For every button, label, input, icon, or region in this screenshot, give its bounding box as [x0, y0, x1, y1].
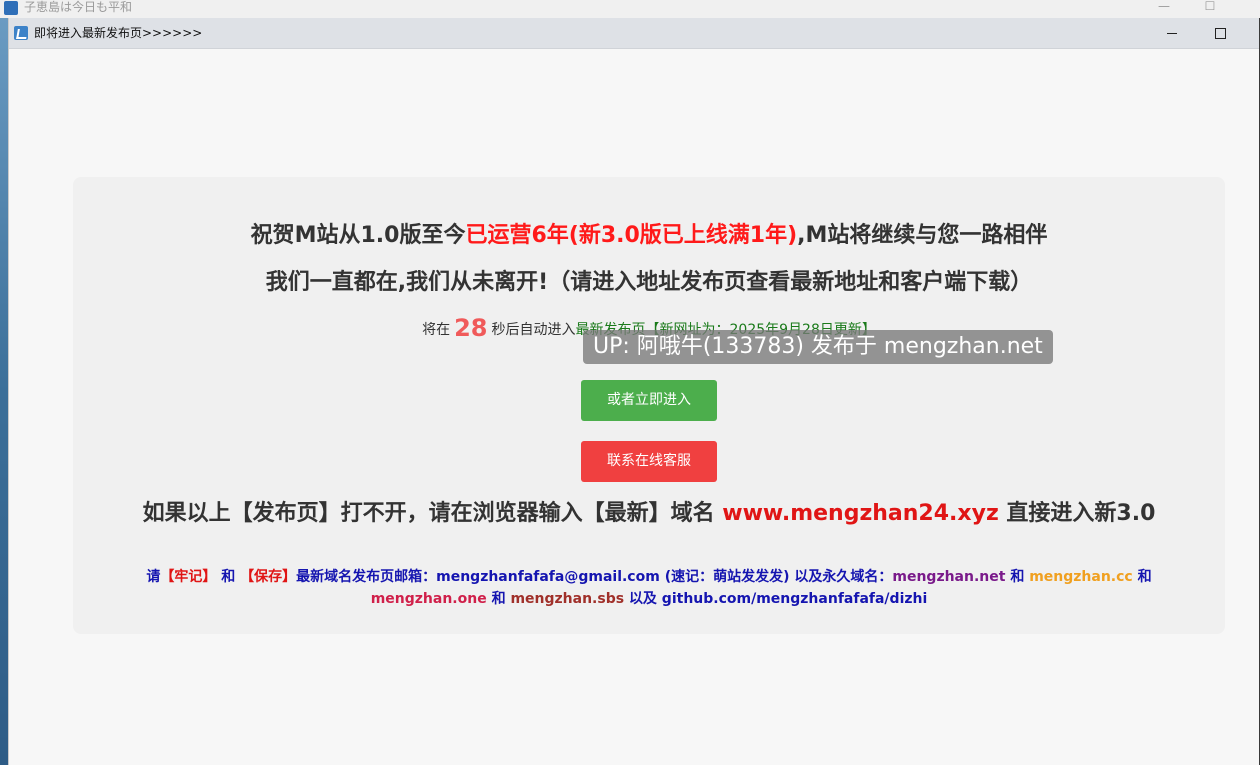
info-remember: 【牢记】 — [160, 569, 217, 585]
fallback-prefix: 如果以上【发布页】打不开，请在浏览器输入【最新】域名 — [142, 501, 715, 526]
info-save: 【保存】 — [240, 569, 297, 585]
app-icon — [14, 26, 28, 40]
background-minimize-button[interactable]: — — [1148, 0, 1180, 14]
domain-link-cc[interactable]: mengzhan.cc — [1029, 569, 1133, 585]
subheadline: 我们一直都在,我们从未离开!（请进入地址发布页查看最新地址和客户端下载） — [265, 270, 1033, 295]
info-text: 和 — [1137, 569, 1152, 585]
uploader-watermark: UP: 阿哦牛(133783) 发布于 mengzhan.net — [583, 330, 1053, 364]
anniversary-headline: 祝贺M站从1.0版至今已运营6年(新3.0版已上线满1年),M站将继续与您一路相… — [73, 221, 1225, 251]
app-icon — [4, 1, 18, 15]
domain-link-net[interactable]: mengzhan.net — [892, 569, 1005, 585]
domain-link-sbs[interactable]: mengzhan.sbs — [510, 591, 624, 607]
maximize-icon — [1214, 27, 1226, 39]
fallback-suffix: 直接进入新3.0 — [1006, 501, 1156, 526]
headline-prefix: 祝贺M站从1.0版至今 — [250, 223, 466, 248]
minimize-button[interactable] — [1149, 18, 1195, 48]
permanent-domains-info: 请【牢记】 和 【保存】最新域名发布页邮箱：mengzhanfafafa@gma… — [113, 566, 1185, 610]
maximize-button[interactable] — [1197, 18, 1243, 48]
fallback-domain-notice: 如果以上【发布页】打不开，请在浏览器输入【最新】域名 www.mengzhan2… — [129, 500, 1169, 528]
background-window-titlebar: 子恵島は今日も平和 — ☐ — [0, 0, 1260, 19]
minimize-icon — [1167, 32, 1177, 34]
headline-highlight: 已运营6年(新3.0版已上线满1年) — [465, 223, 798, 248]
fallback-domain-link[interactable]: www.mengzhan24.xyz — [722, 501, 998, 526]
window-title: 即将进入最新发布页>>>>>> — [34, 26, 203, 40]
info-text: 和 — [221, 569, 236, 585]
notice-card: 祝贺M站从1.0版至今已运营6年(新3.0版已上线满1年),M站将继续与您一路相… — [73, 177, 1225, 634]
redirect-window: 即将进入最新发布页>>>>>> 祝贺M站从1.0版至今已运营6年(新3.0版已上… — [8, 18, 1259, 765]
enter-now-button[interactable]: 或者立即进入 — [581, 380, 717, 421]
window-titlebar: 即将进入最新发布页>>>>>> — [9, 18, 1259, 49]
countdown-suffix: 秒后自动进入 — [491, 322, 576, 338]
background-window-title: 子恵島は今日も平和 — [24, 0, 133, 14]
headline-suffix: ,M站将继续与您一路相伴 — [797, 223, 1048, 248]
desktop-wallpaper-edge — [0, 18, 8, 765]
countdown-seconds: 28 — [454, 314, 488, 342]
info-text: 请 — [146, 569, 161, 585]
info-email-text: 最新域名发布页邮箱：mengzhanfafafa@gmail.com (速记：萌… — [296, 569, 893, 585]
countdown-prefix: 将在 — [422, 322, 451, 338]
github-link[interactable]: 以及 github.com/mengzhanfafafa/dizhi — [629, 591, 927, 607]
info-text: 和 — [1010, 569, 1025, 585]
online-support-button[interactable]: 联系在线客服 — [581, 441, 717, 482]
info-text: 和 — [491, 591, 506, 607]
background-maximize-button[interactable]: ☐ — [1194, 0, 1226, 14]
domain-link-one[interactable]: mengzhan.one — [371, 591, 487, 607]
